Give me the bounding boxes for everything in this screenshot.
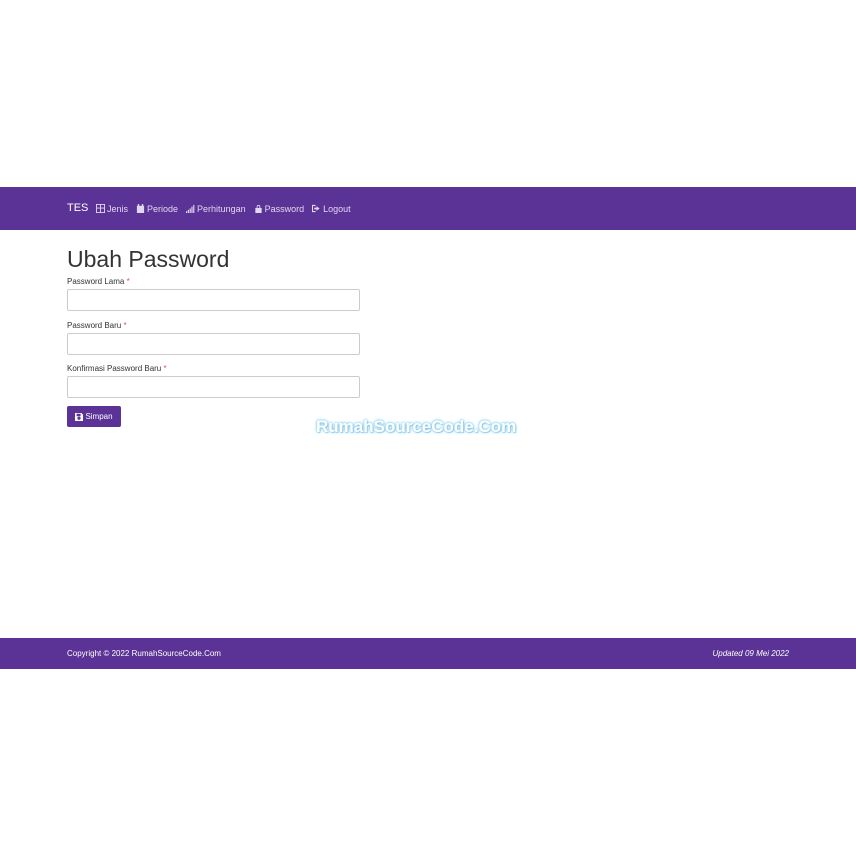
nav-menu: Jenis Periode Perhitungan Password Logou…: [96, 200, 359, 217]
nav-item-label: Jenis: [107, 203, 129, 214]
old-password-label: Password Lama *: [67, 277, 360, 287]
nav-item-password[interactable]: Password: [254, 203, 305, 214]
app-container: TES Jenis Periode Perhitungan Password L…: [0, 187, 856, 669]
table-icon: [96, 204, 105, 213]
logout-icon: [312, 204, 320, 213]
page-title: Ubah Password: [67, 246, 230, 272]
required-mark: *: [126, 277, 130, 286]
footer-copyright: Copyright © 2022 RumahSourceCode.Com: [67, 649, 221, 658]
signal-icon: [186, 204, 195, 213]
nav-item-jenis[interactable]: Jenis: [96, 204, 128, 214]
nav-item-label: Perhitungan: [197, 203, 246, 214]
nav-item-perhitungan[interactable]: Perhitungan: [186, 204, 246, 214]
lock-icon: [254, 204, 262, 213]
required-mark: *: [163, 364, 167, 373]
nav-item-label: Password: [264, 203, 305, 214]
top-navbar: TES Jenis Periode Perhitungan Password L…: [0, 187, 856, 230]
new-password-label-text: Password Baru: [67, 321, 122, 330]
save-button[interactable]: Simpan: [67, 406, 121, 427]
save-icon: [75, 412, 84, 421]
nav-item-label: Periode: [147, 203, 179, 214]
form-group-old-password: Password Lama *: [67, 277, 360, 311]
confirm-password-input[interactable]: [67, 376, 360, 398]
nav-item-label: Logout: [323, 203, 351, 214]
main-content: Ubah Password Password Lama * Password B…: [0, 230, 856, 638]
save-button-label: Simpan: [85, 412, 113, 421]
confirm-password-label-text: Konfirmasi Password Baru: [67, 364, 162, 373]
footer-updated: Updated 09 Mei 2022: [712, 649, 790, 658]
new-password-label: Password Baru *: [67, 321, 360, 331]
new-password-input[interactable]: [67, 333, 360, 355]
brand-link[interactable]: TES: [67, 200, 88, 217]
form-group-confirm-password: Konfirmasi Password Baru *: [67, 364, 360, 398]
nav-item-logout[interactable]: Logout: [312, 204, 351, 214]
old-password-input[interactable]: [67, 289, 360, 311]
old-password-label-text: Password Lama: [67, 277, 125, 286]
nav-item-periode[interactable]: Periode: [136, 204, 178, 214]
footer: Copyright © 2022 RumahSourceCode.Com Upd…: [0, 638, 856, 669]
calendar-icon: [136, 204, 145, 213]
form-group-new-password: Password Baru *: [67, 321, 360, 355]
watermark-text: RumahSourceCode.Com: [316, 417, 517, 436]
required-mark: *: [123, 321, 127, 330]
confirm-password-label: Konfirmasi Password Baru *: [67, 364, 360, 374]
